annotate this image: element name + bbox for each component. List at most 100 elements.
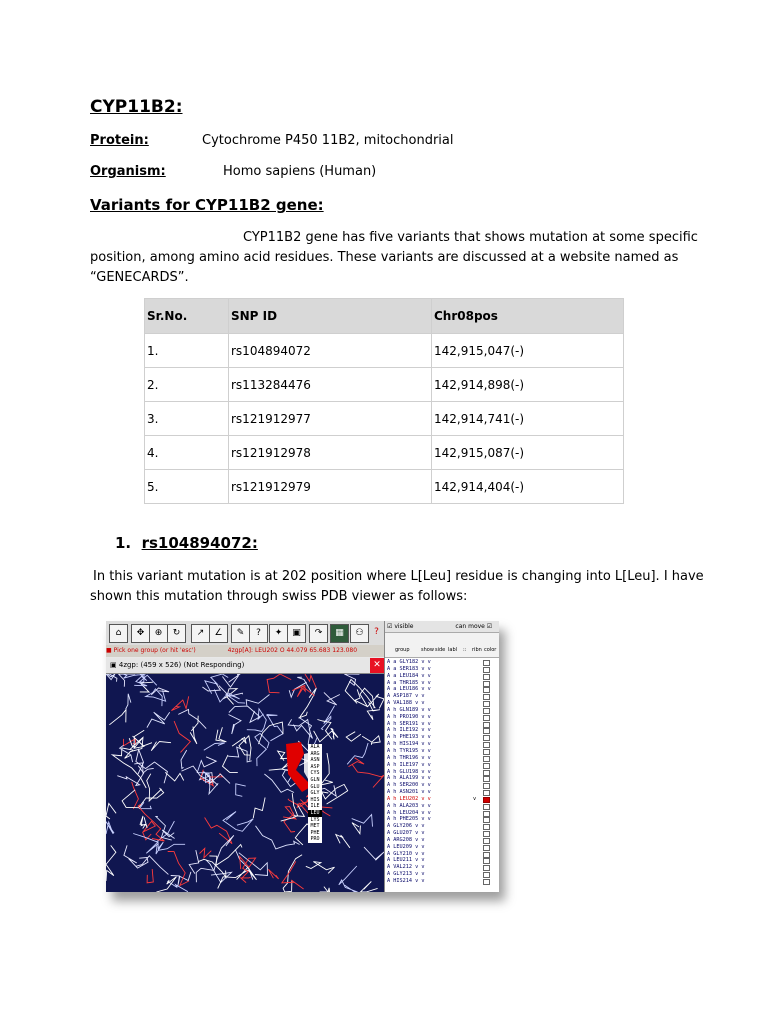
- molecule-view[interactable]: [106, 674, 384, 892]
- residue-option[interactable]: ARG: [308, 751, 322, 758]
- cell-position: 142,915,047(-): [431, 333, 624, 368]
- residue-option[interactable]: CYS: [308, 770, 322, 777]
- mutate-icon[interactable]: ↷: [309, 624, 328, 643]
- cell-position: 142,914,741(-): [431, 401, 624, 436]
- residue-row-label: A h ALA203 v v: [387, 802, 431, 809]
- close-icon[interactable]: ✕: [370, 658, 384, 673]
- visible-label: visible: [394, 623, 414, 630]
- residue-row[interactable]: A GLY213 v v: [385, 871, 499, 879]
- cell-srno: 4.: [144, 435, 229, 470]
- can-move-checkbox[interactable]: ☑: [487, 623, 492, 630]
- residue-row[interactable]: A h GLU198 v v: [385, 769, 499, 776]
- residue-option[interactable]: HIS: [308, 797, 322, 804]
- residue-row-label: A h LEU202 v v: [387, 795, 431, 802]
- residue-row[interactable]: A h ILE197 v v: [385, 762, 499, 769]
- residue-row[interactable]: A GLY206 v v: [385, 823, 499, 831]
- control-panel: ☑ visible can move ☑ group show side lab…: [384, 621, 499, 892]
- residue-option[interactable]: GLN: [308, 777, 322, 784]
- residue-option[interactable]: ILE: [308, 803, 322, 810]
- residue-row-label: A a LEU184 v v: [387, 672, 431, 679]
- residue-row-label: A GLY206 v v: [387, 823, 425, 830]
- residue-row[interactable]: A a LEU184 v v: [385, 673, 499, 680]
- distance-icon[interactable]: ↗: [191, 624, 210, 643]
- residue-option[interactable]: PRO: [308, 836, 322, 843]
- residue-row[interactable]: A h PRO190 v v: [385, 714, 499, 721]
- residue-row[interactable]: A HIS214 v v: [385, 878, 499, 885]
- color-swatch[interactable]: [483, 879, 490, 885]
- label-icon[interactable]: ✎: [231, 624, 250, 643]
- residue-row[interactable]: A h SER191 v v: [385, 721, 499, 728]
- residue-row[interactable]: A a SER183 v v: [385, 666, 499, 673]
- cell-srno: 5.: [144, 469, 229, 504]
- center-icon[interactable]: ✦: [269, 624, 288, 643]
- residue-option[interactable]: PHE: [308, 830, 322, 837]
- residue-option[interactable]: GLU: [308, 784, 322, 791]
- section-number: 1.: [115, 534, 132, 552]
- residue-option[interactable]: ASN: [308, 757, 322, 764]
- section-title: rs104894072:: [141, 534, 258, 552]
- variants-table: Sr.No. SNP ID Chr08pos 1. rs104894072 14…: [144, 298, 624, 504]
- residue-menu[interactable]: ALA ARG ASN ASP CYS GLN GLU GLY HIS ILE …: [308, 744, 322, 843]
- residue-row[interactable]: A ARG208 v v: [385, 837, 499, 844]
- residue-row[interactable]: A VAL188 v v: [385, 700, 499, 708]
- residue-row[interactable]: A LEU209 v v: [385, 844, 499, 851]
- residue-row[interactable]: A h PHE205 v v: [385, 816, 499, 824]
- residue-row-label: A h GLU198 v v: [387, 768, 431, 775]
- residue-row[interactable]: A h SER200 v v: [385, 782, 499, 790]
- residue-row[interactable]: A a LEU186 v v: [385, 686, 499, 694]
- residue-row[interactable]: A GLY210 v v: [385, 851, 499, 858]
- variants-heading: Variants for CYP11B2 gene:: [90, 196, 324, 214]
- torsion-icon[interactable]: ⚇: [350, 624, 369, 643]
- residue-option[interactable]: GLY: [308, 790, 322, 797]
- residue-row[interactable]: A a THR185 v v: [385, 680, 499, 687]
- move-icon[interactable]: ✥: [131, 624, 150, 643]
- residue-row-label: A GLU207 v v: [387, 830, 425, 837]
- intro-line-1: CYP11B2 gene has five variants that show…: [243, 230, 698, 245]
- residue-row-label: A a GLY182 v v: [387, 659, 431, 665]
- organism-value: Homo sapiens (Human): [223, 164, 377, 179]
- residue-option[interactable]: LYS: [308, 817, 322, 824]
- residue-row-label: A a LEU186 v v: [387, 686, 431, 693]
- residue-option[interactable]: MET: [308, 823, 322, 830]
- measure-icon[interactable]: ?: [249, 624, 268, 643]
- col-color: color: [484, 647, 497, 653]
- protein-label: Protein:: [90, 133, 149, 148]
- residue-row[interactable]: A h ASN201 v v: [385, 789, 499, 797]
- control-panel-header: group show side labl :: ribn color: [385, 633, 499, 658]
- residue-row[interactable]: A VAL212 v v: [385, 864, 499, 872]
- residue-row[interactable]: A a GLY182 v v: [385, 659, 499, 666]
- residue-row[interactable]: A h PHE193 v v: [385, 734, 499, 742]
- residue-row[interactable]: A h LEU204 v v: [385, 810, 499, 817]
- section-line-1: In this variant mutation is at 202 posit…: [93, 569, 704, 584]
- residue-row[interactable]: A h HIS194 v v: [385, 741, 499, 749]
- residue-row[interactable]: A GLU207 v v: [385, 830, 499, 838]
- residue-row[interactable]: A h LEU202 v v v: [385, 796, 499, 803]
- residue-row[interactable]: A ASP187 v v: [385, 693, 499, 701]
- residue-row[interactable]: A h ALA199 v v: [385, 775, 499, 783]
- residue-row[interactable]: A h ALA203 v v: [385, 803, 499, 810]
- visible-checkbox[interactable]: ☑: [387, 623, 392, 630]
- residue-option[interactable]: ASP: [308, 764, 322, 771]
- residue-option-selected[interactable]: LEU: [308, 809, 322, 817]
- residue-row-label: A h HIS194 v v: [387, 741, 431, 748]
- table-row: 2. rs113284476 142,914,898(-): [144, 367, 624, 402]
- residue-row[interactable]: A h ILE192 v v: [385, 727, 499, 735]
- help-icon[interactable]: ?: [368, 624, 385, 641]
- residue-row-label: A h ILE197 v v: [387, 761, 431, 768]
- organism-label: Organism:: [90, 164, 166, 179]
- residue-row[interactable]: A h GLN189 v v: [385, 707, 499, 714]
- col-dots: ::: [463, 647, 467, 653]
- fit-icon[interactable]: ▣: [287, 624, 306, 643]
- rotate-icon[interactable]: ↻: [167, 624, 186, 643]
- angle-icon[interactable]: ∠: [209, 624, 228, 643]
- col-group: group: [395, 647, 410, 653]
- thumbnail-icon[interactable]: ▦: [330, 624, 349, 643]
- residue-row[interactable]: A LEU211 v v: [385, 857, 499, 865]
- residue-row[interactable]: A h TYR195 v v: [385, 748, 499, 755]
- residue-option[interactable]: ALA: [308, 744, 322, 751]
- residue-row[interactable]: A h THR196 v v: [385, 755, 499, 762]
- residue-row-label: A h SER191 v v: [387, 720, 431, 727]
- col-side: side: [435, 647, 446, 653]
- home-icon[interactable]: ⌂: [109, 624, 128, 643]
- zoom-icon[interactable]: ⊕: [149, 624, 168, 643]
